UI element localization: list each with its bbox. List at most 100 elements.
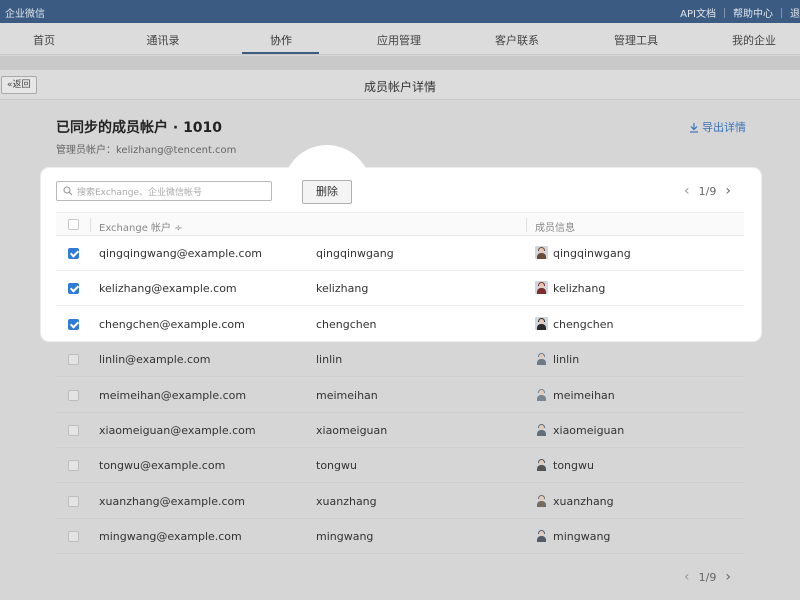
avatar — [535, 458, 548, 472]
chevron-left-icon[interactable]: ‹ — [684, 569, 690, 585]
tab-contacts[interactable]: 通讯录 — [147, 32, 180, 48]
tab-home[interactable]: 首页 — [33, 32, 55, 48]
avatar-body — [537, 536, 546, 543]
exchange-account: qingqingwang@example.com — [99, 247, 263, 260]
chevron-left-icon[interactable]: ‹ — [684, 183, 690, 199]
member-name: chengchen — [553, 317, 614, 331]
member-name: xiaomeiguan — [553, 424, 625, 437]
column-header-exchange[interactable]: Exchange 帐户 ÷ — [99, 219, 183, 234]
member-name: xuanzhang — [553, 494, 614, 508]
avatar-body — [537, 323, 546, 330]
top-links: API文档 帮助中心 退 — [680, 5, 800, 20]
exchange-account: xuanzhang@example.com — [99, 494, 245, 508]
divider — [526, 218, 527, 232]
download-icon — [690, 122, 698, 133]
table-row[interactable]: meimeihan@example.com meimeihan meimeihan — [56, 378, 744, 413]
page-indicator: 1/9 — [698, 184, 717, 198]
row-checkbox[interactable] — [68, 283, 79, 295]
wecom-account: xuanzhang — [316, 494, 377, 508]
table-row[interactable]: xiaomeiguan@example.com xiaomeiguan xiaome… — [56, 413, 744, 448]
avatar — [535, 352, 548, 366]
row-checkbox[interactable] — [68, 460, 79, 472]
avatar-body — [537, 430, 546, 436]
avatar — [535, 529, 548, 543]
avatar — [535, 387, 548, 401]
row-checkbox[interactable] — [68, 389, 79, 401]
chevron-right-icon[interactable]: › — [725, 183, 731, 199]
row-checkbox[interactable] — [68, 495, 79, 507]
tab-app-management[interactable]: 应用管理 — [377, 32, 421, 48]
column-header-member: 成员信息 — [535, 223, 575, 234]
member-name: mingwang — [553, 530, 611, 544]
search-placeholder: 搜索Exchange、企业微信帐号 — [77, 187, 202, 198]
export-label: 导出详情 — [702, 121, 746, 134]
table-header: Exchange 帐户 ÷ 成员信息 — [56, 212, 744, 236]
avatar — [535, 246, 548, 259]
main-nav: 首页 通讯录 协作 应用管理 客户联系 管理工具 我的企业 — [0, 23, 800, 55]
wecom-account: xiaomeiguan — [316, 424, 388, 437]
spacer-strip — [0, 56, 800, 70]
row-checkbox[interactable] — [68, 248, 79, 259]
avatar-body — [537, 500, 546, 507]
pagination-top: ‹ 1/9 › — [684, 183, 731, 199]
wecom-account: mingwang — [316, 530, 374, 544]
wecom-account: meimeihan — [316, 388, 378, 402]
table-row[interactable]: qingqingwang@example.com qingqinwgang qing… — [56, 236, 744, 271]
member-name: qingqinwgang — [553, 247, 631, 260]
row-checkbox[interactable] — [68, 354, 79, 366]
api-docs-link[interactable]: API文档 — [680, 5, 716, 20]
wecom-account: chengchen — [316, 317, 377, 331]
exchange-account: mingwang@example.com — [99, 530, 242, 544]
table-row[interactable]: tongwu@example.com tongwu tongwu — [56, 448, 744, 484]
wecom-account: linlin — [316, 353, 343, 367]
tab-admin-tools[interactable]: 管理工具 — [614, 32, 658, 48]
avatar — [535, 281, 548, 295]
admin-account: 管理员帐户：kelizhang@tencent.com — [56, 145, 237, 156]
tab-collaboration[interactable]: 协作 — [270, 32, 292, 48]
select-all-checkbox[interactable] — [68, 219, 79, 230]
avatar-face — [539, 389, 544, 395]
table-row[interactable]: mingwang@example.com mingwang mingwang — [56, 519, 744, 555]
avatar-body — [537, 253, 546, 259]
member-name: kelizhang — [553, 282, 606, 296]
divider — [724, 7, 725, 18]
wecom-account: qingqinwgang — [316, 247, 394, 260]
brand-name: 企业微信 — [5, 9, 45, 20]
table-row[interactable]: linlin@example.com linlin linlin — [56, 342, 744, 378]
wecom-account: tongwu — [316, 459, 357, 473]
exchange-account: meimeihan@example.com — [99, 388, 247, 402]
avatar-body — [537, 359, 546, 366]
tab-customer-contact[interactable]: 客户联系 — [495, 32, 539, 48]
tab-my-company[interactable]: 我的企业 — [732, 32, 776, 48]
exchange-account: tongwu@example.com — [99, 459, 226, 473]
page-title: 成员帐户详情 — [363, 80, 436, 94]
avatar-body — [537, 394, 546, 401]
search-icon — [63, 186, 73, 196]
page-header: «返回 成员帐户详情 — [0, 70, 800, 100]
member-name: meimeihan — [553, 388, 615, 402]
help-center-link[interactable]: 帮助中心 — [733, 5, 773, 20]
divider — [90, 218, 91, 232]
row-checkbox[interactable] — [68, 531, 79, 543]
export-button[interactable]: 导出详情 — [689, 119, 746, 135]
avatar — [535, 316, 548, 330]
top-bar: 企业微信 API文档 帮助中心 退 — [0, 0, 800, 23]
logout-link[interactable]: 退 — [790, 5, 800, 20]
row-checkbox[interactable] — [68, 425, 79, 436]
table-row[interactable]: xuanzhang@example.com xuanzhang xuanzhang — [56, 484, 744, 519]
avatar — [535, 493, 548, 507]
table-row[interactable]: chengchen@example.com chengchen chengchen — [56, 307, 744, 342]
member-name: tongwu — [553, 459, 594, 473]
exchange-account: kelizhang@example.com — [99, 282, 237, 296]
avatar — [535, 423, 548, 436]
chevron-right-icon[interactable]: › — [725, 569, 731, 585]
pagination-bottom: ‹ 1/9 › — [684, 569, 731, 585]
delete-button[interactable]: 删除 — [302, 180, 352, 204]
row-checkbox[interactable] — [68, 318, 79, 330]
divider — [781, 7, 782, 18]
page-indicator: 1/9 — [698, 570, 717, 584]
wecom-account: kelizhang — [316, 282, 369, 296]
table-row[interactable]: kelizhang@example.com kelizhang kelizhang — [56, 271, 744, 307]
search-input[interactable]: 搜索Exchange、企业微信帐号 — [56, 181, 272, 201]
exchange-account: xiaomeiguan@example.com — [99, 424, 256, 437]
